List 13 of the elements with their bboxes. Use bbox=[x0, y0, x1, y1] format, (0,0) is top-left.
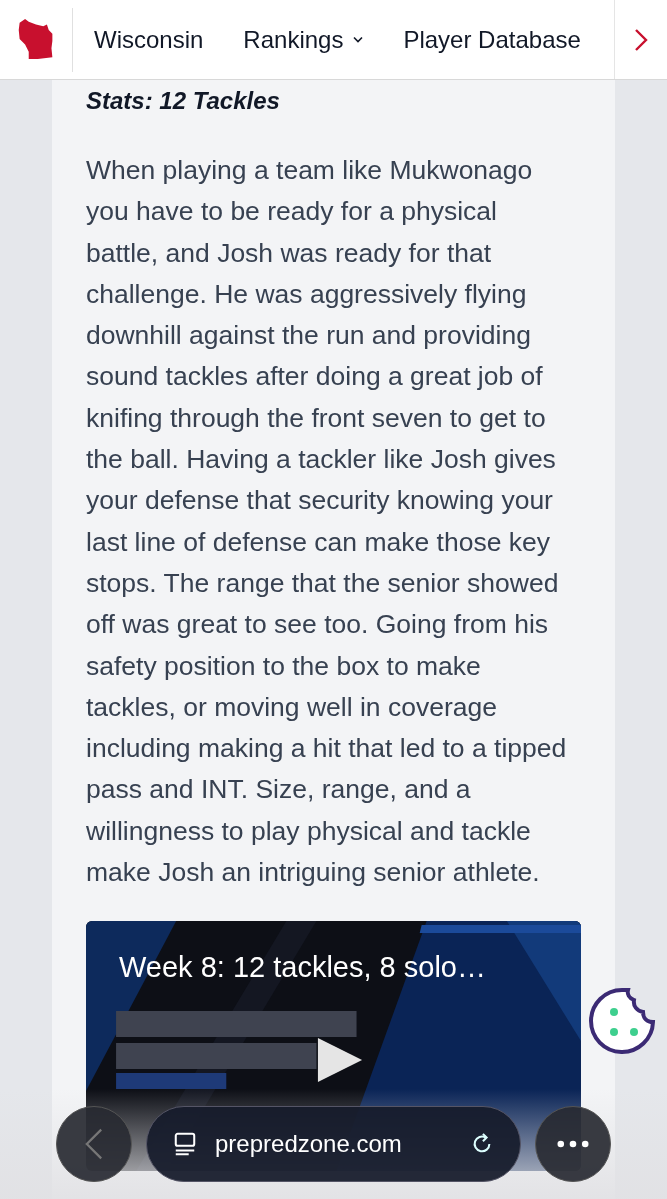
back-icon bbox=[85, 1127, 103, 1161]
nav-link[interactable]: Rankings bbox=[243, 25, 364, 54]
more-icon bbox=[557, 1140, 589, 1148]
article-paragraph: When playing a team like Mukwonago you have to be ready for a physical battle, and Josh was ready for that challenge. He was aggressively flying downhill against the run and providing sound tackles after doing a great job of knifing through the front seven to get to the ball. Having a tackler like Josh gives your defense that security knowing your last line of defense can make those key stops. The range that the senior showed off was great to see too. Going from his safety position to the box to make tackles, or moving well in coverage including making a hit that led to a tipped pass and INT. Size, range, and a willingness to play physical and tackle make Josh an intriguing senior athlete. bbox=[86, 154, 568, 890]
page-menu-icon[interactable] bbox=[173, 1132, 197, 1156]
nav-link[interactable]: Wisconsin bbox=[94, 25, 204, 54]
nav-link[interactable]: Player Database bbox=[403, 25, 581, 54]
stats-heading: Stats: 12 Tackles bbox=[86, 86, 281, 116]
video-title: Week 8: 12 tackles, 8 solo… bbox=[119, 951, 486, 985]
chevron-right-icon[interactable] bbox=[634, 27, 648, 52]
address-bar[interactable]: prepredzone.com bbox=[146, 1106, 521, 1182]
url-text: prepredzone.com bbox=[215, 1130, 403, 1158]
chevron-down-icon bbox=[353, 36, 364, 43]
